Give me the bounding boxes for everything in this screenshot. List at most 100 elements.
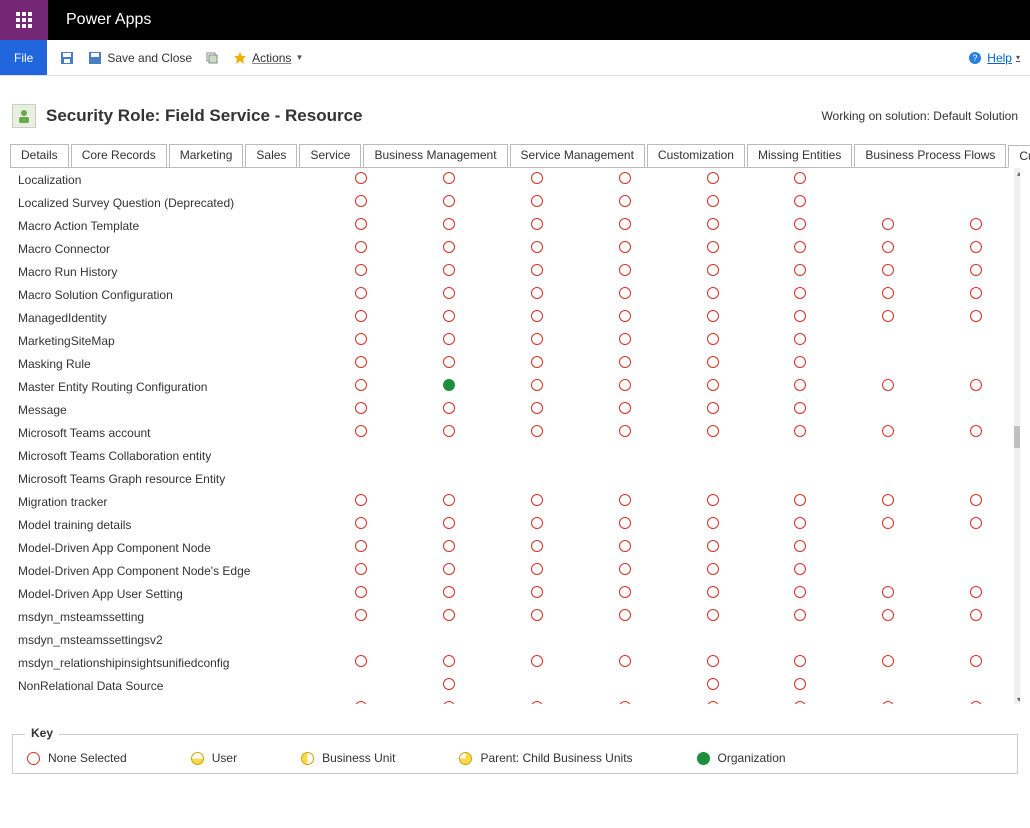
privilege-indicator[interactable] (355, 563, 367, 575)
privilege-indicator[interactable] (531, 264, 543, 276)
privilege-cell[interactable] (756, 168, 844, 191)
privilege-cell[interactable] (317, 283, 405, 306)
privilege-indicator[interactable] (619, 287, 631, 299)
privilege-cell[interactable] (581, 306, 669, 329)
privilege-indicator[interactable] (531, 563, 543, 575)
privilege-cell[interactable] (932, 375, 1020, 398)
privilege-indicator[interactable] (707, 678, 719, 690)
privilege-indicator[interactable] (443, 402, 455, 414)
privilege-indicator[interactable] (707, 402, 719, 414)
privilege-cell[interactable] (581, 536, 669, 559)
privilege-indicator[interactable] (355, 425, 367, 437)
privilege-cell[interactable] (581, 398, 669, 421)
privilege-indicator[interactable] (355, 655, 367, 667)
privilege-indicator[interactable] (619, 333, 631, 345)
privilege-cell[interactable] (405, 513, 493, 536)
privilege-indicator[interactable] (619, 264, 631, 276)
privilege-cell[interactable] (756, 513, 844, 536)
privilege-indicator[interactable] (707, 609, 719, 621)
privilege-cell[interactable] (669, 283, 757, 306)
privilege-indicator[interactable] (794, 425, 806, 437)
privilege-indicator[interactable] (531, 333, 543, 345)
privilege-indicator[interactable] (355, 609, 367, 621)
privilege-indicator[interactable] (531, 310, 543, 322)
privilege-indicator[interactable] (531, 517, 543, 529)
scrollbar-thumb[interactable] (1014, 426, 1020, 448)
privilege-cell[interactable] (405, 214, 493, 237)
privilege-indicator[interactable] (443, 310, 455, 322)
privilege-indicator[interactable] (355, 586, 367, 598)
privilege-cell[interactable] (669, 214, 757, 237)
privilege-cell[interactable] (669, 582, 757, 605)
privilege-cell[interactable] (493, 329, 581, 352)
privilege-indicator[interactable] (355, 701, 367, 704)
privilege-cell[interactable] (581, 283, 669, 306)
privilege-indicator[interactable] (970, 494, 982, 506)
waffle-menu[interactable] (0, 0, 48, 40)
privilege-cell[interactable] (493, 605, 581, 628)
privilege-indicator[interactable] (707, 264, 719, 276)
privilege-indicator[interactable] (970, 264, 982, 276)
privilege-indicator[interactable] (882, 241, 894, 253)
privilege-cell[interactable] (932, 283, 1020, 306)
privilege-indicator[interactable] (443, 586, 455, 598)
actions-menu[interactable]: Actions ▼ (232, 50, 303, 66)
privilege-indicator[interactable] (531, 701, 543, 704)
privilege-cell[interactable] (405, 260, 493, 283)
tab-sales[interactable]: Sales (245, 144, 297, 167)
privilege-cell[interactable] (844, 375, 932, 398)
privilege-indicator[interactable] (355, 172, 367, 184)
privilege-cell[interactable] (493, 421, 581, 444)
privilege-indicator[interactable] (531, 241, 543, 253)
privilege-cell[interactable] (756, 214, 844, 237)
privilege-cell[interactable] (493, 306, 581, 329)
privilege-cell[interactable] (669, 605, 757, 628)
privilege-indicator[interactable] (707, 241, 719, 253)
privilege-indicator[interactable] (619, 379, 631, 391)
privilege-indicator[interactable] (619, 402, 631, 414)
privilege-indicator[interactable] (970, 517, 982, 529)
privilege-cell[interactable] (756, 329, 844, 352)
privilege-cell[interactable] (317, 329, 405, 352)
privilege-indicator[interactable] (531, 586, 543, 598)
privilege-cell[interactable] (317, 352, 405, 375)
privilege-cell[interactable] (932, 582, 1020, 605)
privilege-cell[interactable] (932, 421, 1020, 444)
privilege-indicator[interactable] (707, 218, 719, 230)
privilege-cell[interactable] (669, 559, 757, 582)
privilege-indicator[interactable] (619, 701, 631, 704)
privilege-cell[interactable] (405, 697, 493, 704)
privilege-cell[interactable] (317, 260, 405, 283)
tab-service-management[interactable]: Service Management (510, 144, 645, 167)
privilege-indicator[interactable] (707, 701, 719, 704)
privilege-cell[interactable] (317, 559, 405, 582)
privilege-cell[interactable] (581, 214, 669, 237)
privilege-cell[interactable] (756, 674, 844, 697)
toolbar-separator-icon[interactable] (204, 50, 220, 66)
privilege-cell[interactable] (405, 582, 493, 605)
tab-customization[interactable]: Customization (647, 144, 745, 167)
privilege-indicator[interactable] (707, 517, 719, 529)
privilege-cell[interactable] (581, 697, 669, 704)
privilege-indicator[interactable] (443, 655, 455, 667)
privilege-indicator[interactable] (531, 379, 543, 391)
privilege-indicator[interactable] (707, 310, 719, 322)
privilege-cell[interactable] (405, 329, 493, 352)
privilege-indicator[interactable] (355, 379, 367, 391)
privilege-indicator[interactable] (619, 241, 631, 253)
privilege-cell[interactable] (669, 398, 757, 421)
privilege-cell[interactable] (756, 582, 844, 605)
privilege-cell[interactable] (756, 191, 844, 214)
privilege-indicator[interactable] (970, 241, 982, 253)
privilege-cell[interactable] (317, 490, 405, 513)
privilege-indicator[interactable] (355, 310, 367, 322)
privilege-cell[interactable] (581, 513, 669, 536)
privilege-indicator[interactable] (794, 701, 806, 704)
privilege-indicator[interactable] (443, 517, 455, 529)
privilege-cell[interactable] (669, 674, 757, 697)
privilege-indicator[interactable] (707, 172, 719, 184)
privilege-cell[interactable] (844, 605, 932, 628)
privilege-cell[interactable] (669, 329, 757, 352)
privilege-cell[interactable] (756, 283, 844, 306)
privilege-cell[interactable] (493, 697, 581, 704)
